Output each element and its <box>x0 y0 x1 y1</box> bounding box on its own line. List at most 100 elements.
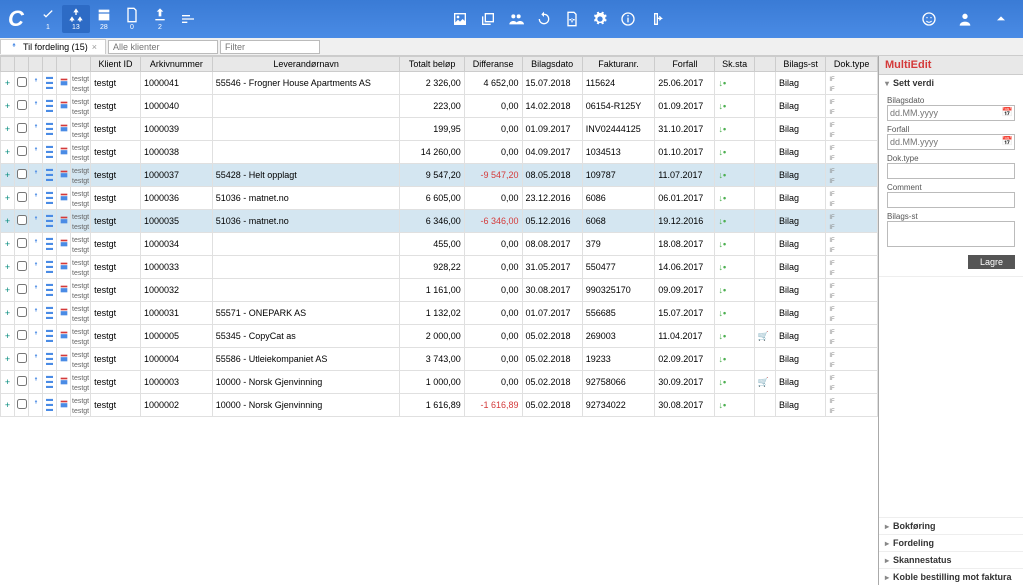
row-action[interactable] <box>29 95 43 118</box>
row-action[interactable] <box>15 210 29 233</box>
data-table-wrapper[interactable]: Klient IDArkivnummerLeverandørnavnTotalt… <box>0 56 878 585</box>
forfall-input[interactable] <box>887 134 1015 150</box>
row-action[interactable]: ▬▬▬ <box>43 141 57 164</box>
row-action[interactable]: ▬▬▬ <box>43 118 57 141</box>
gear-button[interactable] <box>586 5 614 33</box>
table-row[interactable]: +▬▬▬testgttestgttestgt100000455586 - Utl… <box>1 348 878 371</box>
row-action[interactable] <box>29 233 43 256</box>
row-action[interactable] <box>29 325 43 348</box>
column-header[interactable]: Bilags-st <box>775 57 825 72</box>
row-action[interactable] <box>57 348 71 371</box>
table-row[interactable]: +▬▬▬testgttestgttestgt100003651036 - mat… <box>1 187 878 210</box>
table-row[interactable]: +▬▬▬testgttestgttestgt100004155546 - Fro… <box>1 72 878 95</box>
column-header[interactable]: Differanse <box>464 57 522 72</box>
new-doc-button[interactable] <box>558 5 586 33</box>
row-action[interactable]: + <box>1 95 15 118</box>
row-action[interactable] <box>29 118 43 141</box>
column-header[interactable] <box>43 57 57 72</box>
row-action[interactable]: ▬▬▬ <box>43 210 57 233</box>
table-row[interactable]: +▬▬▬testgttestgttestgt100003551036 - mat… <box>1 210 878 233</box>
row-action[interactable] <box>29 141 43 164</box>
row-action[interactable] <box>57 72 71 95</box>
distribute-button[interactable]: 13 <box>62 5 90 33</box>
row-action[interactable]: ▬▬▬ <box>43 371 57 394</box>
table-row[interactable]: +▬▬▬testgttestgttestgt100003755428 - Hel… <box>1 164 878 187</box>
koble-section[interactable]: Koble bestilling mot faktura <box>879 568 1023 585</box>
row-action[interactable]: ▬▬▬ <box>43 256 57 279</box>
row-action[interactable] <box>29 394 43 417</box>
row-action[interactable] <box>15 164 29 187</box>
column-header[interactable]: Dok.type <box>826 57 878 72</box>
image-button[interactable] <box>446 5 474 33</box>
row-action[interactable] <box>15 233 29 256</box>
calendar-icon[interactable]: 📅 <box>1002 136 1013 147</box>
column-header[interactable]: Bilagsdato <box>522 57 582 72</box>
row-action[interactable]: + <box>1 279 15 302</box>
row-action[interactable] <box>57 95 71 118</box>
row-action[interactable]: + <box>1 72 15 95</box>
row-action[interactable]: + <box>1 210 15 233</box>
row-action[interactable]: ▬▬▬ <box>43 302 57 325</box>
row-action[interactable]: ▬▬▬ <box>43 279 57 302</box>
row-action[interactable] <box>29 371 43 394</box>
row-action[interactable] <box>15 348 29 371</box>
column-header[interactable] <box>29 57 43 72</box>
column-header[interactable] <box>1 57 15 72</box>
info-button[interactable] <box>614 5 642 33</box>
fordeling-section[interactable]: Fordeling <box>879 534 1023 551</box>
row-action[interactable] <box>15 256 29 279</box>
row-action[interactable] <box>15 118 29 141</box>
emoji-button[interactable] <box>915 5 943 33</box>
row-action[interactable] <box>57 164 71 187</box>
row-action[interactable] <box>57 325 71 348</box>
table-row[interactable]: +▬▬▬testgttestgttestgt100000310000 - Nor… <box>1 371 878 394</box>
table-row[interactable]: +▬▬▬testgttestgttestgt1000040223,000,001… <box>1 95 878 118</box>
clients-filter-input[interactable] <box>108 40 218 54</box>
row-action[interactable]: ▬▬▬ <box>43 95 57 118</box>
table-row[interactable]: +▬▬▬testgttestgttestgt1000039199,950,000… <box>1 118 878 141</box>
row-action[interactable] <box>29 164 43 187</box>
column-header[interactable]: Fakturanr. <box>582 57 654 72</box>
row-action[interactable] <box>57 371 71 394</box>
profile-button[interactable] <box>951 5 979 33</box>
bokforing-section[interactable]: Bokføring <box>879 517 1023 534</box>
doktype-input[interactable] <box>887 163 1015 179</box>
column-header[interactable]: Totalt beløp <box>400 57 464 72</box>
row-action[interactable] <box>15 141 29 164</box>
text-filter-input[interactable] <box>220 40 320 54</box>
row-action[interactable]: + <box>1 394 15 417</box>
column-header[interactable]: Arkivnummer <box>140 57 212 72</box>
column-header[interactable]: Forfall <box>655 57 715 72</box>
row-action[interactable] <box>29 187 43 210</box>
row-action[interactable]: + <box>1 141 15 164</box>
approve-button[interactable]: 1 <box>34 5 62 33</box>
row-action[interactable]: ▬▬▬ <box>43 164 57 187</box>
document-button[interactable]: 0 <box>118 5 146 33</box>
row-action[interactable] <box>29 302 43 325</box>
row-action[interactable]: + <box>1 348 15 371</box>
row-action[interactable] <box>57 256 71 279</box>
row-action[interactable]: + <box>1 118 15 141</box>
row-action[interactable] <box>57 302 71 325</box>
row-action[interactable]: ▬▬▬ <box>43 187 57 210</box>
row-action[interactable] <box>57 394 71 417</box>
column-header[interactable] <box>15 57 29 72</box>
settings-sliders-button[interactable] <box>174 5 202 33</box>
close-tab-icon[interactable]: × <box>92 42 97 52</box>
filter-tab[interactable]: Til fordeling (15) × <box>0 39 106 54</box>
row-action[interactable]: ▬▬▬ <box>43 233 57 256</box>
column-header[interactable] <box>71 57 91 72</box>
row-action[interactable] <box>29 256 43 279</box>
row-action[interactable] <box>15 325 29 348</box>
calendar-icon[interactable]: 📅 <box>1002 107 1013 118</box>
row-action[interactable]: + <box>1 256 15 279</box>
copy-button[interactable] <box>474 5 502 33</box>
set-value-header[interactable]: Sett verdi <box>885 78 1017 88</box>
archive-button[interactable]: 28 <box>90 5 118 33</box>
row-action[interactable] <box>15 95 29 118</box>
row-action[interactable] <box>15 187 29 210</box>
bilagsdato-input[interactable] <box>887 105 1015 121</box>
table-row[interactable]: +▬▬▬testgttestgttestgt100003814 260,000,… <box>1 141 878 164</box>
bilagsst-input[interactable] <box>887 221 1015 247</box>
column-header[interactable]: Klient ID <box>91 57 141 72</box>
